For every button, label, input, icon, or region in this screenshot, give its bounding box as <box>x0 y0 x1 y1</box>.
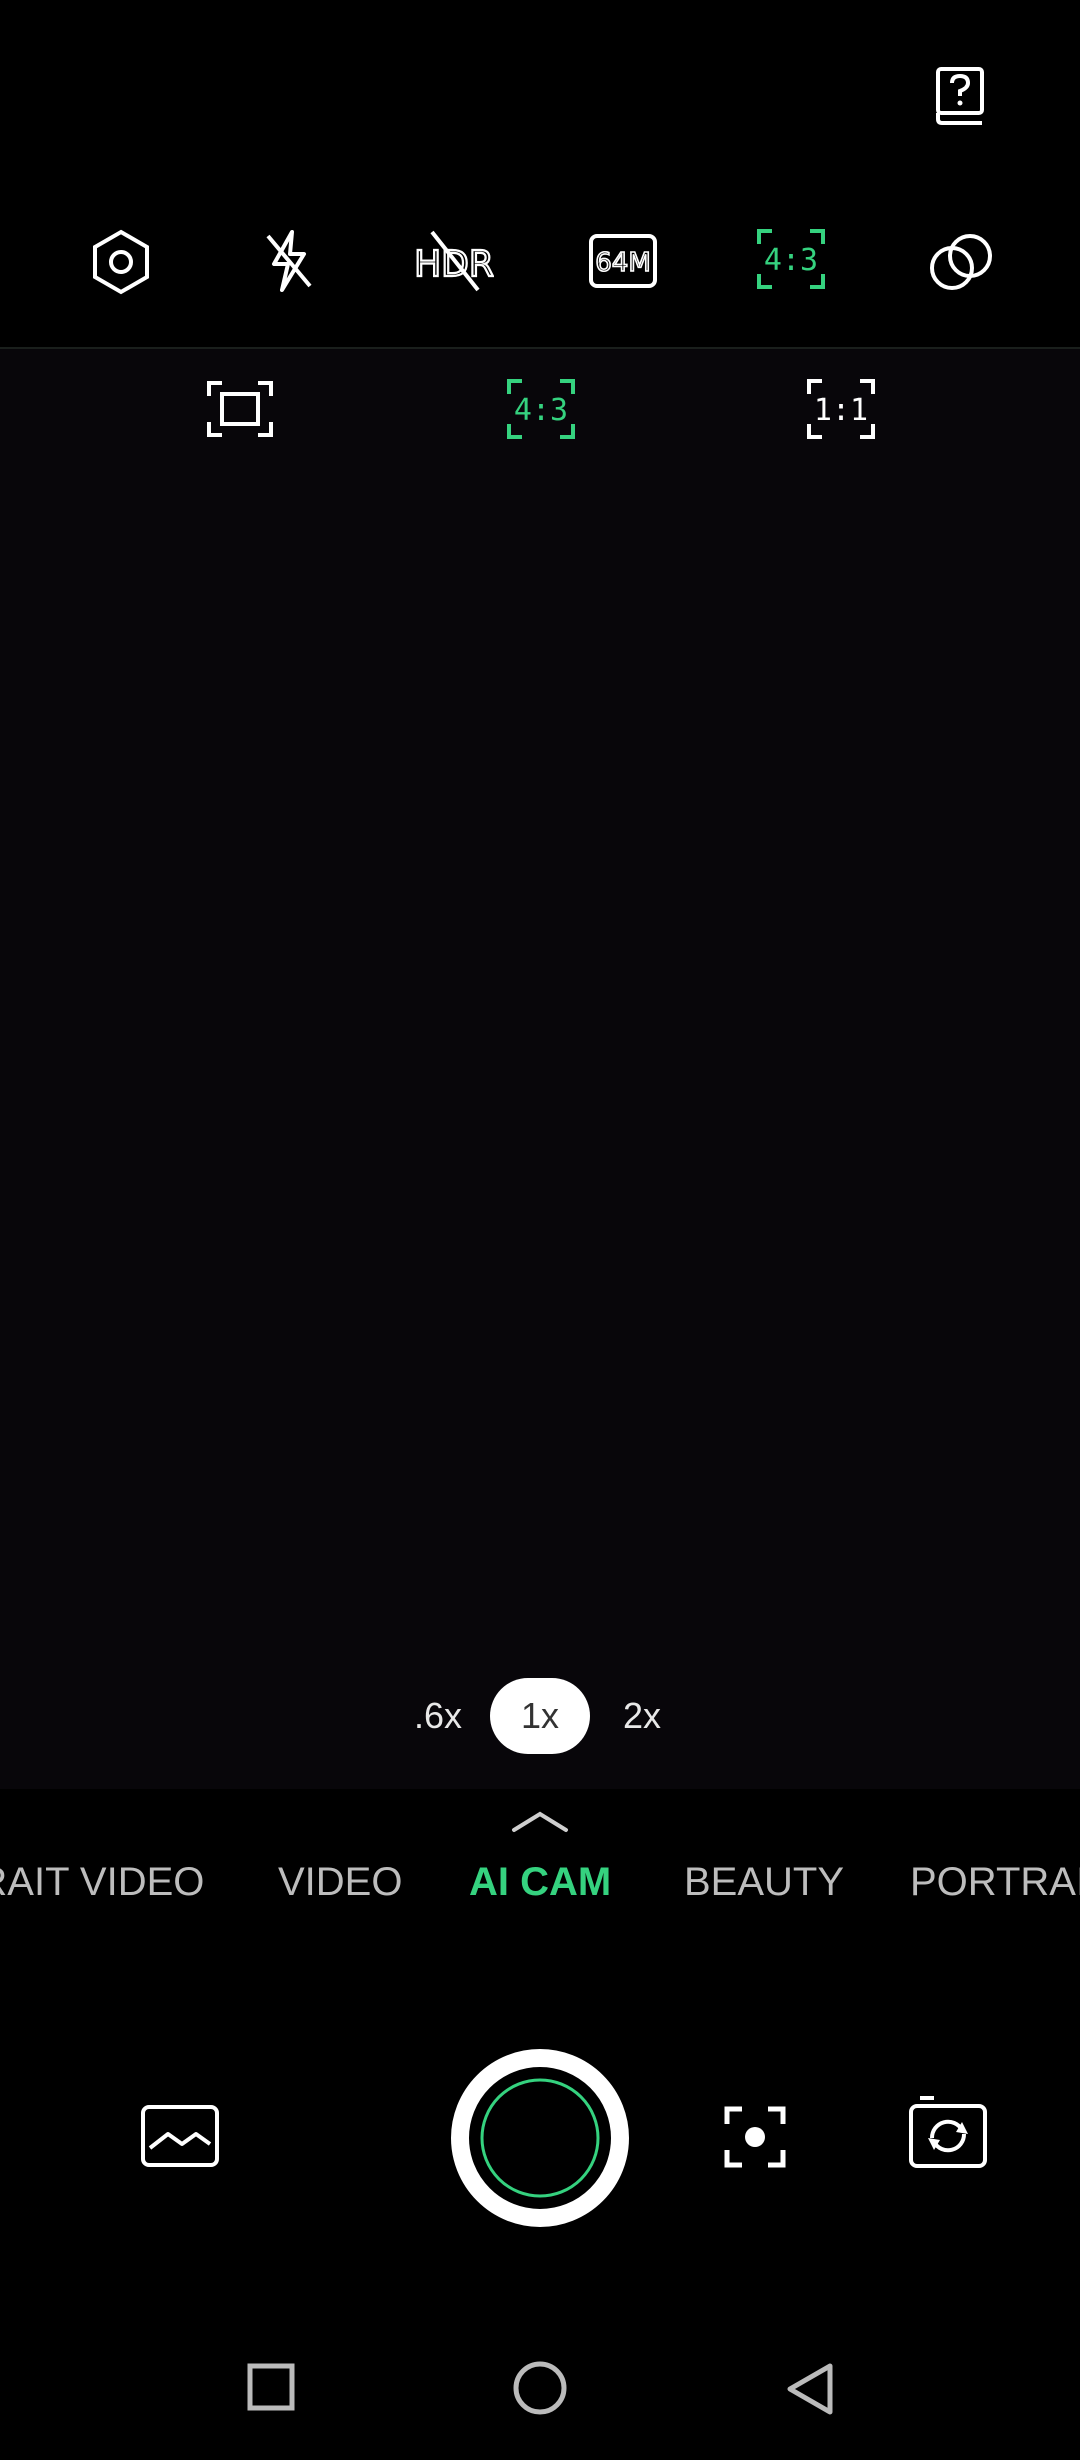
ratio-1-1-option[interactable]: 1:1 <box>806 378 876 440</box>
camera-viewfinder[interactable] <box>0 349 1080 1789</box>
filter-icon[interactable] <box>928 230 994 294</box>
flash-off-icon[interactable] <box>262 228 316 294</box>
mode-beauty[interactable]: BEAUTY <box>684 1860 844 1905</box>
ratio-4-3-label: 4:3 <box>514 393 568 428</box>
ratio-1-1-label: 1:1 <box>814 393 868 428</box>
shutter-button[interactable] <box>448 2046 632 2230</box>
zoom-1x-button[interactable]: 1x <box>490 1678 590 1754</box>
mode-ai-cam[interactable]: AI CAM <box>469 1860 611 1905</box>
lens-scan-icon[interactable] <box>724 2106 786 2168</box>
help-book-icon[interactable] <box>932 66 988 126</box>
gallery-icon[interactable] <box>140 2104 220 2168</box>
hdr-label: HDR <box>414 244 494 285</box>
hdr-off-icon[interactable]: HDR <box>414 226 494 296</box>
mode-portrait-video[interactable]: PORTRAIT VIDEO <box>0 1860 204 1905</box>
resolution-label: 64M <box>595 248 651 278</box>
aspect-ratio-label: 4:3 <box>764 243 818 278</box>
system-navigation-bar <box>0 2340 1080 2440</box>
home-icon[interactable] <box>512 2360 568 2416</box>
recent-apps-icon[interactable] <box>246 2362 296 2412</box>
ratio-4-3-option[interactable]: 4:3 <box>506 378 576 440</box>
aspect-ratio-icon[interactable]: 4:3 <box>756 228 826 290</box>
chevron-up-icon[interactable] <box>510 1808 570 1834</box>
zoom-0-6x-button[interactable]: .6x <box>388 1678 488 1754</box>
settings-icon[interactable] <box>90 229 152 295</box>
ratio-full-option[interactable] <box>206 380 274 438</box>
back-icon[interactable] <box>784 2362 836 2416</box>
mode-video[interactable]: VIDEO <box>278 1860 402 1905</box>
mode-portrait[interactable]: PORTRAIT <box>910 1860 1080 1905</box>
mode-selector[interactable]: PORTRAIT VIDEO VIDEO AI CAM BEAUTY PORTR… <box>0 1860 1080 1930</box>
resolution-64m-icon[interactable]: 64M <box>588 233 658 289</box>
switch-camera-icon[interactable] <box>908 2094 988 2170</box>
zoom-2x-button[interactable]: 2x <box>592 1678 692 1754</box>
